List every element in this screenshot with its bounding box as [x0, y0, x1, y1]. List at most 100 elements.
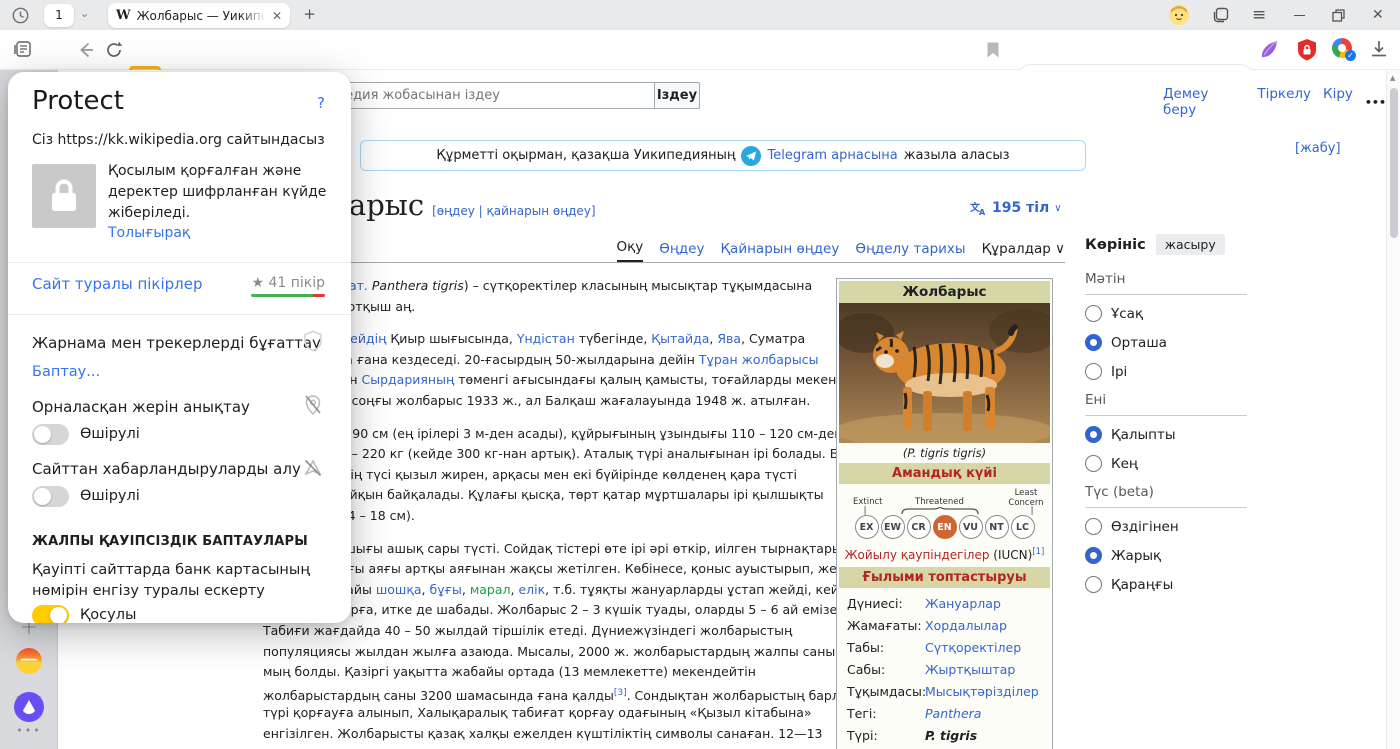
- reload-icon[interactable]: [104, 40, 124, 60]
- bookmark-icon[interactable]: [985, 40, 1001, 60]
- article-tab[interactable]: Өңделу тарихы: [855, 241, 965, 262]
- article-link[interactable]: бұғы: [430, 582, 462, 597]
- taxonomy-value[interactable]: Сүтқоректілер: [925, 640, 1021, 655]
- title-edit-links[interactable]: [өңдеу | қайнарын өңдеу]: [432, 204, 596, 218]
- protect-shield-icon[interactable]: [1296, 38, 1318, 62]
- radio-label: Ұсақ: [1111, 305, 1144, 322]
- bank-warning-state: Қосулы: [80, 607, 137, 623]
- radio-label: Кең: [1111, 455, 1138, 472]
- article-link[interactable]: Тұран жолбарысы: [699, 352, 819, 367]
- radio-option-Ұсақ[interactable]: Ұсақ: [1085, 299, 1247, 328]
- appearance-section-label: Мәтін: [1085, 265, 1247, 295]
- new-tab-button[interactable]: +: [300, 6, 319, 25]
- more-details-link[interactable]: Толығырақ: [108, 225, 190, 241]
- radio-option-Қалыпты[interactable]: Қалыпты: [1085, 420, 1247, 449]
- image-caption: (P. tigris tigris): [902, 446, 987, 460]
- radio-option-Өздігінен[interactable]: Өздігінен: [1085, 512, 1247, 541]
- close-tab-icon[interactable]: ✕: [272, 9, 282, 23]
- navigation-toolbar: https://kk.wikipedia.org/wiki/Жолбарыс 9…: [0, 30, 1400, 97]
- connection-lock-icon: [32, 164, 96, 228]
- radio-option-Жарық[interactable]: Жарық: [1085, 541, 1247, 570]
- radio-icon[interactable]: [1085, 547, 1102, 564]
- article-link[interactable]: Қытайда: [651, 331, 709, 346]
- radio-icon[interactable]: [1085, 334, 1102, 351]
- radio-icon[interactable]: [1085, 576, 1102, 593]
- article-tab[interactable]: Өңдеу: [659, 241, 704, 262]
- taxonomy-rank: Тұқымдасы:: [847, 683, 927, 699]
- taxonomy-value[interactable]: Жануарлар: [925, 596, 1001, 611]
- menu-icon[interactable]: ≡: [1252, 0, 1266, 30]
- article-text: популяциясы жылдан жылға азаюда. Мысалы,…: [263, 643, 848, 659]
- notifications-toggle[interactable]: [32, 486, 69, 507]
- sidebar-icon[interactable]: [12, 38, 34, 60]
- bank-warning-toggle[interactable]: [32, 605, 69, 623]
- language-selector[interactable]: 文A 195 тіл ∨: [970, 200, 1062, 216]
- profile-avatar[interactable]: [1168, 0, 1190, 30]
- active-tab[interactable]: W Жолбарыс — Уикипеди ✕: [108, 3, 290, 28]
- article-tab[interactable]: Құралдар ∨: [982, 241, 1065, 262]
- article-link[interactable]: елік: [518, 582, 545, 597]
- taxonomy-rank: Жамағаты:: [847, 617, 922, 633]
- tab-list-chevron-icon[interactable]: ⌄: [80, 7, 89, 20]
- article-link[interactable]: Сырдарияның: [362, 372, 455, 387]
- tab-counter[interactable]: 1: [44, 4, 74, 27]
- radio-icon[interactable]: [1085, 518, 1102, 535]
- radio-option-Ірі[interactable]: Ірі: [1085, 357, 1247, 386]
- article-text: төменгі ағысындағы қалың қамысты, тоғайл…: [454, 372, 880, 388]
- page-scrollbar[interactable]: ▲: [1386, 70, 1400, 749]
- alice-assistant-icon[interactable]: [14, 692, 44, 722]
- radio-icon[interactable]: [1085, 426, 1102, 443]
- notifications-off-icon: [304, 459, 322, 477]
- article-body: Жолбарыс (лат. Panthera tigris) – сүтқор…: [263, 276, 879, 749]
- taxonomy-value[interactable]: Мысықтәрізділер: [925, 684, 1039, 699]
- radio-icon[interactable]: [1085, 455, 1102, 472]
- taxonomy-value[interactable]: Panthera: [925, 706, 981, 721]
- close-window-icon[interactable]: ✕: [1372, 0, 1384, 30]
- side-panels-icon[interactable]: [1212, 0, 1230, 30]
- article-tab[interactable]: Оқу: [616, 239, 644, 262]
- hide-appearance-button[interactable]: жасыру: [1155, 234, 1225, 255]
- radio-option-Кең[interactable]: Кең: [1085, 449, 1247, 478]
- article-tabs: Оқу Өңдеу Қайнарын өңдеу Өңделу тарихы Құрал…: [616, 239, 1065, 262]
- article-text: түбегінде,: [574, 331, 652, 347]
- banner-close-link[interactable]: [жабу]: [1295, 141, 1341, 156]
- radio-option-Қараңғы[interactable]: Қараңғы: [1085, 570, 1247, 599]
- chrome-extension-icon[interactable]: ✓: [1332, 38, 1356, 61]
- article-text: ,: [461, 581, 470, 597]
- taxonomy-value[interactable]: Хордалылар: [925, 618, 1007, 633]
- article-link[interactable]: Үндістан: [517, 331, 575, 346]
- article-tab[interactable]: Қайнарын өңдеу: [720, 241, 839, 262]
- panel-more-icon[interactable]: •••: [0, 724, 58, 737]
- radio-label: Жарық: [1111, 547, 1162, 564]
- article-link[interactable]: марал: [470, 582, 511, 597]
- top-link[interactable]: Демеу беру: [1163, 86, 1245, 118]
- article-link[interactable]: [3]: [614, 688, 627, 698]
- status-link[interactable]: Жойылу қаупіндегілер: [845, 548, 990, 562]
- top-link[interactable]: Тіркелу: [1257, 86, 1311, 118]
- taxonomy-row: Тұқымдасы: Мысықтәрізділер: [841, 680, 1048, 702]
- location-toggle[interactable]: [32, 424, 69, 445]
- site-reviews-link[interactable]: Сайт туралы пікірлер: [32, 275, 203, 293]
- radio-option-Орташа[interactable]: Орташа: [1085, 328, 1247, 357]
- article-link[interactable]: Ява: [717, 331, 741, 346]
- radio-icon[interactable]: [1085, 363, 1102, 380]
- taxonomy-value[interactable]: Жыртқыштар: [925, 662, 1015, 677]
- adblock-setup-link[interactable]: Баптау...: [32, 364, 100, 380]
- minimize-icon[interactable]: [1294, 0, 1305, 30]
- back-icon[interactable]: [76, 40, 96, 60]
- top-link[interactable]: Кіру: [1323, 86, 1353, 118]
- maximize-icon[interactable]: [1332, 0, 1345, 30]
- yandex-mail-icon[interactable]: [16, 648, 42, 674]
- article-link[interactable]: шошқа: [376, 582, 422, 597]
- scrollbar-thumb[interactable]: [1390, 88, 1398, 238]
- telegram-link[interactable]: Telegram арнасына: [767, 148, 897, 163]
- search-button[interactable]: Іздеу: [654, 82, 700, 109]
- download-icon[interactable]: [1370, 39, 1388, 59]
- history-icon[interactable]: [12, 7, 29, 24]
- protect-help-link[interactable]: ?: [317, 94, 325, 112]
- iucn-status-vu: VU: [958, 515, 983, 539]
- radio-icon[interactable]: [1085, 305, 1102, 322]
- more-links-icon[interactable]: •••: [1365, 96, 1386, 109]
- scroll-up-arrow[interactable]: ▲: [1390, 74, 1395, 82]
- highlighter-pen-icon[interactable]: [1258, 38, 1280, 60]
